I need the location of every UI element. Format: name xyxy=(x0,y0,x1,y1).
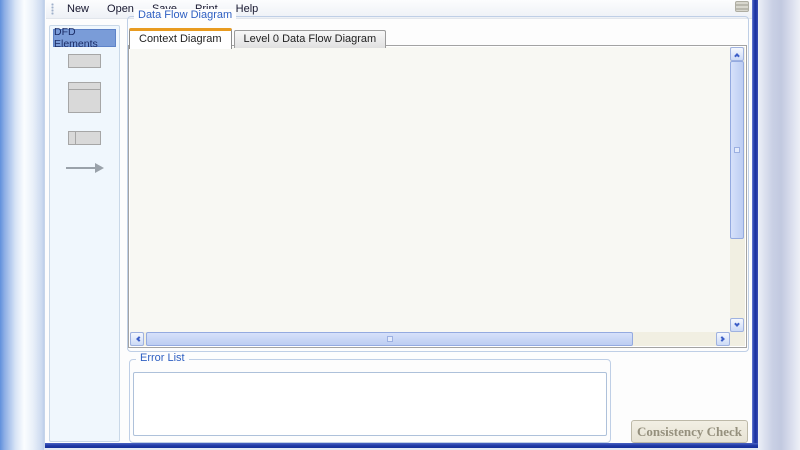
canvas-horizontal-scrollbar[interactable] xyxy=(130,332,730,346)
scroll-up-button[interactable] xyxy=(730,47,744,61)
chevron-right-icon xyxy=(719,336,725,342)
scroll-down-button[interactable] xyxy=(730,318,744,332)
window-bottom-border xyxy=(45,443,758,448)
consistency-check-button[interactable]: Consistency Check xyxy=(631,420,748,443)
desktop-background: New Open Save Print Help DFD Elements Da… xyxy=(0,0,800,450)
scrollbar-corner xyxy=(730,332,745,346)
app-window: New Open Save Print Help DFD Elements Da… xyxy=(44,0,758,448)
desktop-left-gradient xyxy=(0,0,44,450)
data-store-icon xyxy=(68,131,101,145)
diagram-group-label: Data Flow Diagram xyxy=(134,9,236,21)
thumb-grip-icon xyxy=(734,147,740,153)
chevron-up-icon xyxy=(734,53,740,59)
tool-external-entity[interactable] xyxy=(50,54,119,68)
thumb-grip-icon xyxy=(387,336,393,342)
tab-context-diagram[interactable]: Context Diagram xyxy=(129,28,232,49)
canvas-vertical-scrollbar[interactable] xyxy=(730,47,745,332)
diagram-canvas[interactable] xyxy=(130,47,730,332)
toolstrip-grip-icon xyxy=(51,3,54,15)
dfd-elements-panel: DFD Elements xyxy=(49,25,120,442)
window-right-border xyxy=(752,0,758,448)
error-list-textarea[interactable] xyxy=(133,372,607,436)
palette-header: DFD Elements xyxy=(53,29,116,47)
diagram-tabstrip: Context Diagram Level 0 Data Flow Diagra… xyxy=(129,28,388,48)
process-icon xyxy=(68,82,101,113)
error-group-label: Error List xyxy=(136,352,189,364)
chevron-down-icon xyxy=(734,321,740,327)
tool-process[interactable] xyxy=(50,82,119,113)
menu-item-new[interactable]: New xyxy=(58,1,98,17)
error-list-group: Error List xyxy=(129,359,611,443)
data-flow-diagram-group: Data Flow Diagram Context Diagram Level … xyxy=(127,16,749,352)
tool-data-flow[interactable] xyxy=(50,163,119,173)
chevron-left-icon xyxy=(136,336,142,342)
horizontal-scroll-thumb[interactable] xyxy=(146,332,633,346)
tab-level-0-data-flow-diagram[interactable]: Level 0 Data Flow Diagram xyxy=(234,30,387,48)
data-flow-arrow-icon xyxy=(66,163,104,173)
external-entity-icon xyxy=(68,54,101,68)
scroll-left-button[interactable] xyxy=(130,332,144,346)
desktop-right-gradient xyxy=(758,0,800,450)
scroll-right-button[interactable] xyxy=(716,332,730,346)
vertical-scroll-thumb[interactable] xyxy=(730,61,744,239)
toolstrip-overflow-icon xyxy=(735,1,749,12)
diagram-tab-panel xyxy=(128,45,747,348)
tool-data-store[interactable] xyxy=(50,131,119,145)
